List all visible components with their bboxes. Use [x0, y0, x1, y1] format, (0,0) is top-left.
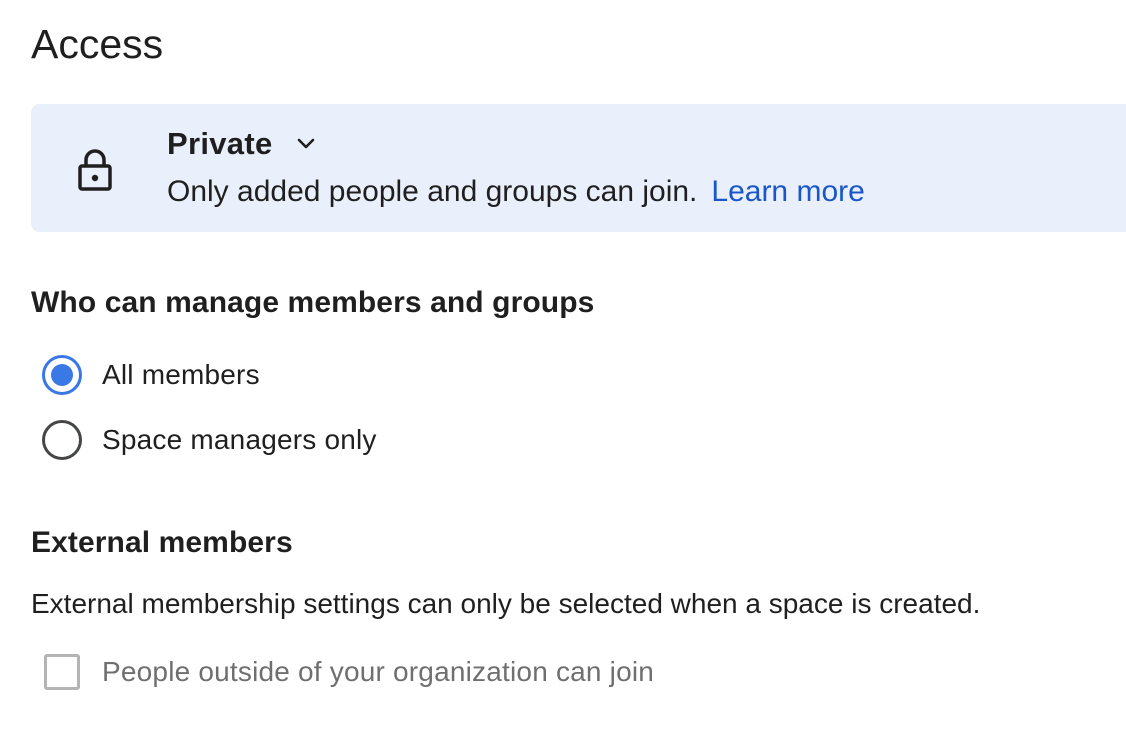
manage-section-title: Who can manage members and groups [31, 286, 595, 319]
external-members-checkbox-label: People outside of your organization can … [102, 656, 655, 687]
access-type-label: Private [167, 126, 273, 161]
radio-all-members[interactable]: All members [42, 355, 260, 395]
radio-button-selected[interactable] [42, 355, 82, 395]
access-description-text: Only added people and groups can join. [167, 175, 698, 208]
page-title: Access [31, 21, 164, 67]
access-description: Only added people and groups can join. Le… [167, 173, 865, 211]
external-description: External membership settings can only be… [31, 588, 981, 619]
external-section-title: External members [31, 526, 293, 559]
radio-button-unselected[interactable] [42, 420, 82, 460]
external-members-checkbox [44, 654, 80, 690]
lock-icon [78, 149, 112, 191]
access-card: Private Only added people and groups can… [31, 104, 1126, 232]
access-type-dropdown[interactable]: Private [167, 126, 317, 162]
external-members-checkbox-row: People outside of your organization can … [44, 654, 654, 690]
access-settings-page: Access Private Only added people and gro… [0, 0, 1126, 750]
radio-label-space-managers-only: Space managers only [102, 424, 377, 455]
chevron-down-icon [297, 138, 314, 149]
radio-label-all-members: All members [102, 359, 260, 390]
learn-more-link[interactable]: Learn more [711, 175, 864, 208]
radio-space-managers-only[interactable]: Space managers only [42, 420, 377, 460]
